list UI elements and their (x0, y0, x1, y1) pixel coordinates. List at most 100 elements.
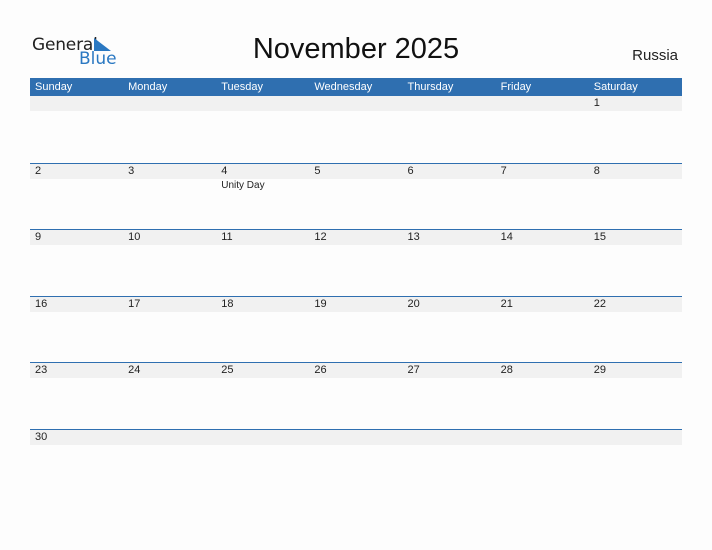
day-number (35, 96, 123, 111)
calendar-weeks: 1 2 3 4 Unity Day 5 6 7 8 9 10 11 12 13 14 15 16 17 18 19 20… (30, 96, 682, 496)
day-number: 21 (500, 297, 513, 310)
day-cell: 11 (216, 230, 309, 245)
day-cell: 12 (309, 230, 402, 245)
day-cell (403, 96, 496, 111)
day-number: 27 (407, 364, 420, 377)
weekday-wednesday: Wednesday (314, 81, 373, 93)
week-cells: 2 3 4 Unity Day 5 6 7 8 (30, 164, 682, 191)
day-number: 8 (593, 164, 600, 177)
day-number: 9 (35, 231, 42, 244)
day-cell: 22 (589, 297, 682, 312)
day-cell: 21 (496, 297, 589, 312)
day-number (314, 96, 402, 111)
day-number: 30 (35, 430, 48, 443)
day-number: 23 (35, 364, 48, 377)
day-number: 20 (407, 297, 420, 310)
day-cell: 1 (589, 96, 682, 111)
day-cell: 15 (589, 230, 682, 245)
day-cell: 4 Unity Day (216, 164, 309, 191)
calendar: Sunday Monday Tuesday Wednesday Thursday… (30, 78, 682, 496)
weekday-header: Sunday Monday Tuesday Wednesday Thursday… (30, 78, 682, 96)
day-cell (123, 430, 216, 445)
week-row: 2 3 4 Unity Day 5 6 7 8 (30, 162, 682, 230)
day-cell (496, 96, 589, 111)
day-number: 6 (407, 164, 414, 177)
day-cell: 3 (123, 164, 216, 191)
day-cell: 28 (496, 363, 589, 378)
day-number: 10 (128, 231, 141, 244)
day-number (408, 430, 496, 445)
week-row: 1 (30, 96, 682, 163)
day-number: 7 (500, 164, 507, 177)
weekday-monday: Monday (128, 81, 168, 93)
day-number: 15 (593, 231, 606, 244)
day-cell: 5 (309, 164, 402, 191)
day-number (221, 96, 309, 111)
day-number (501, 430, 589, 445)
day-number: 24 (128, 364, 141, 377)
day-cell: 19 (309, 297, 402, 312)
day-cell: 16 (30, 297, 123, 312)
day-number: 19 (314, 297, 327, 310)
week-cells: 23 24 25 26 27 28 29 (30, 363, 682, 378)
day-number: 11 (221, 231, 233, 244)
day-cell: 2 (30, 164, 123, 191)
day-number (128, 430, 216, 445)
day-cell: 6 (403, 164, 496, 191)
day-number: 29 (593, 364, 606, 377)
country-label: Russia (632, 47, 678, 64)
week-row: 16 17 18 19 20 21 22 (30, 295, 682, 363)
day-cell (216, 96, 309, 111)
week-row: 30 (30, 428, 682, 496)
week-cells: 30 (30, 430, 682, 445)
day-number: 2 (35, 164, 42, 177)
day-cell (216, 430, 309, 445)
day-cell: 23 (30, 363, 123, 378)
day-cell: 13 (403, 230, 496, 245)
day-cell (123, 96, 216, 111)
day-number: 28 (500, 364, 513, 377)
weekday-tuesday: Tuesday (221, 81, 264, 93)
day-cell: 25 (216, 363, 309, 378)
day-cell: 14 (496, 230, 589, 245)
day-cell (403, 430, 496, 445)
day-number (501, 96, 589, 111)
week-row: 9 10 11 12 13 14 15 (30, 229, 682, 296)
day-number: 22 (593, 297, 606, 310)
day-cell (589, 430, 682, 445)
day-cell (496, 430, 589, 445)
week-row: 23 24 25 26 27 28 29 (30, 362, 682, 429)
weekday-friday: Friday (500, 81, 532, 93)
day-number: 5 (314, 164, 321, 177)
weekday-sunday: Sunday (35, 81, 73, 93)
day-cell: 24 (123, 363, 216, 378)
page-title: November 2025 (252, 33, 460, 65)
weekday-thursday: Thursday (407, 81, 454, 93)
day-number (221, 430, 309, 445)
day-cell: 18 (216, 297, 309, 312)
day-number (408, 96, 496, 111)
day-cell: 8 (589, 164, 682, 191)
holiday-event: Unity Day (221, 179, 265, 191)
day-number: 17 (128, 297, 141, 310)
day-cell: 17 (123, 297, 216, 312)
day-cell: 20 (403, 297, 496, 312)
day-number: 4 (221, 164, 228, 177)
weekday-saturday: Saturday (593, 81, 638, 93)
day-cell: 30 (30, 430, 123, 445)
day-number: 18 (221, 297, 234, 310)
day-cell: 27 (403, 363, 496, 378)
week-cells: 9 10 11 12 13 14 15 (30, 230, 682, 245)
day-cell (309, 430, 402, 445)
day-number: 1 (593, 97, 600, 109)
day-number: 26 (314, 364, 327, 377)
day-number: 25 (221, 364, 234, 377)
day-number: 14 (500, 231, 513, 244)
day-number: 16 (35, 297, 48, 310)
day-cell: 29 (589, 363, 682, 378)
week-cells: 16 17 18 19 20 21 22 (30, 297, 682, 312)
day-number (594, 430, 682, 445)
week-cells: 1 (30, 96, 682, 111)
day-number (128, 96, 216, 111)
day-cell (30, 96, 123, 111)
